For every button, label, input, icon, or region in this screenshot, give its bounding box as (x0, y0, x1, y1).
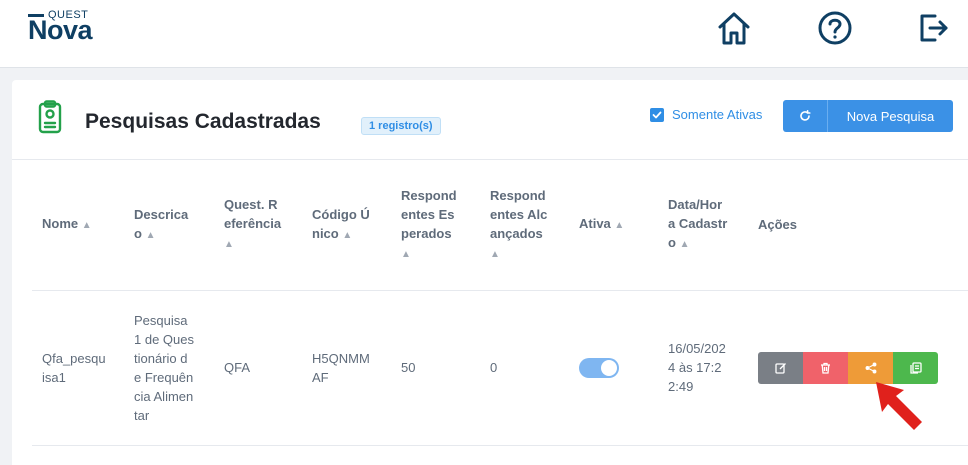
top-bar: QUEST Nova (0, 0, 968, 68)
cell-line: H5QNMM (312, 350, 370, 366)
col-label-line: Respond (401, 187, 457, 203)
col-ativa[interactable]: Ativa ▲︎ (569, 160, 658, 291)
col-label-line: entes Alc (490, 206, 548, 222)
record-count-badge: 1 registro(s) (361, 117, 441, 135)
col-resp-esperados[interactable]: Respond entes Es perados ▲︎ (391, 160, 480, 291)
cell-acoes (748, 290, 968, 446)
cell-line: 4 às 17:2 (668, 360, 722, 375)
home-icon[interactable] (712, 6, 756, 50)
sort-icon: ▲︎ (490, 248, 500, 260)
cell-ativa (569, 290, 658, 446)
col-label-line: Ações (758, 217, 798, 233)
refresh-icon (800, 110, 811, 121)
surveys-table: Nome ▲︎ Descrica o ▲︎ Quest. R eferência ▲︎… (32, 160, 968, 446)
card-header: Pesquisas Cadastradas 1 registro(s) Some… (12, 80, 968, 160)
col-descricao[interactable]: Descrica o ▲︎ (124, 160, 214, 291)
sort-icon: ▲︎ (614, 220, 625, 232)
col-resp-alcancados[interactable]: Respond entes Alc ançados ▲︎ (480, 160, 569, 291)
new-survey-button[interactable]: Nova Pesquisa (828, 100, 953, 132)
clipboard-icon (38, 100, 62, 139)
cell-line: tar (134, 407, 150, 423)
col-label-line: entes Es (401, 206, 455, 222)
cell-line: isa1 (42, 369, 66, 385)
header-button-group: Nova Pesquisa (783, 100, 953, 132)
sort-icon: ▲︎ (401, 248, 411, 260)
col-label-line: o (134, 225, 142, 241)
cell-line: tionário d (134, 350, 188, 366)
cell-line: e Frequên (134, 369, 194, 385)
col-data-cadastro[interactable]: Data/Hor a Cadastr o ▲︎ (658, 160, 748, 291)
cell-codigo-unico: H5QNMM AF (302, 290, 391, 446)
trash-icon (821, 362, 830, 374)
table-header-row: Nome ▲︎ Descrica o ▲︎ Quest. R eferência ▲︎… (32, 160, 968, 291)
sort-icon: ▲︎ (342, 229, 353, 241)
col-label-line: nico (312, 225, 339, 241)
col-nome-label: Nome (42, 216, 79, 232)
copy-icon (910, 361, 922, 374)
logout-icon[interactable] (910, 6, 954, 50)
help-icon[interactable] (813, 6, 857, 50)
sort-icon: ▲︎ (224, 239, 234, 251)
refresh-button[interactable] (783, 100, 828, 132)
cell-line: 1 de Ques (134, 331, 194, 347)
cell-quest-referencia: QFA (214, 290, 302, 446)
surveys-card: Pesquisas Cadastradas 1 registro(s) Some… (12, 80, 968, 465)
cell-resp-alcancados: 0 (480, 290, 569, 446)
cell-descricao: Pesquisa 1 de Ques tionário d e Frequên … (124, 290, 214, 446)
sort-icon: ▲︎ (145, 229, 156, 241)
cell-line: Qfa_pesqu (42, 350, 106, 366)
edit-icon (774, 362, 786, 374)
col-label-line: o (668, 235, 676, 251)
table-row: Qfa_pesqu isa1 Pesquisa 1 de Ques tionári… (32, 290, 968, 446)
only-active-label: Somente Ativas (672, 107, 763, 122)
col-label-line: a Cadastr (668, 216, 728, 232)
edit-button[interactable] (758, 351, 803, 384)
share-icon (865, 362, 876, 373)
col-label-line: Código Ú (312, 206, 370, 222)
cell-line: Pesquisa (134, 312, 188, 328)
active-toggle[interactable] (579, 357, 619, 378)
col-codigo-unico[interactable]: Código Ú nico ▲︎ (302, 160, 391, 291)
cell-resp-esperados: 50 (391, 290, 480, 446)
col-label-line: Quest. R (224, 197, 278, 213)
col-label-line: ançados (490, 225, 543, 241)
page-title: Pesquisas Cadastradas (85, 110, 321, 133)
col-acoes: Ações (748, 160, 968, 291)
col-label-line: Data/Hor (668, 197, 723, 213)
logo-nova: Nova (28, 15, 93, 45)
col-quest-referencia[interactable]: Quest. R eferência ▲︎ (214, 160, 302, 291)
col-label-line: Descrica (134, 206, 189, 222)
cell-line: 16/05/202 (668, 341, 726, 356)
col-label-line: perados (401, 225, 452, 241)
checkbox-checked-icon (650, 107, 664, 122)
row-actions (758, 351, 958, 384)
delete-button[interactable] (803, 351, 848, 384)
col-label-line: eferência (224, 216, 282, 232)
cell-data-cadastro: 16/05/202 4 às 17:2 2:49 (658, 290, 748, 446)
cell-nome: Qfa_pesqu isa1 (32, 290, 124, 446)
col-label-line: Respond (490, 187, 546, 203)
only-active-checkbox[interactable]: Somente Ativas (650, 107, 762, 122)
pointer-arrow (876, 382, 922, 430)
sort-icon: ▲︎ (81, 220, 92, 232)
cell-line: 2:49 (668, 379, 694, 394)
cell-line: cia Alimen (134, 388, 194, 404)
logo[interactable]: QUEST Nova (28, 9, 118, 49)
col-nome[interactable]: Nome ▲︎ (32, 160, 124, 291)
cell-line: AF (312, 369, 329, 385)
toggle-knob (601, 359, 617, 376)
col-label-line: Ativa (579, 216, 611, 232)
sort-icon: ▲︎ (679, 239, 690, 251)
